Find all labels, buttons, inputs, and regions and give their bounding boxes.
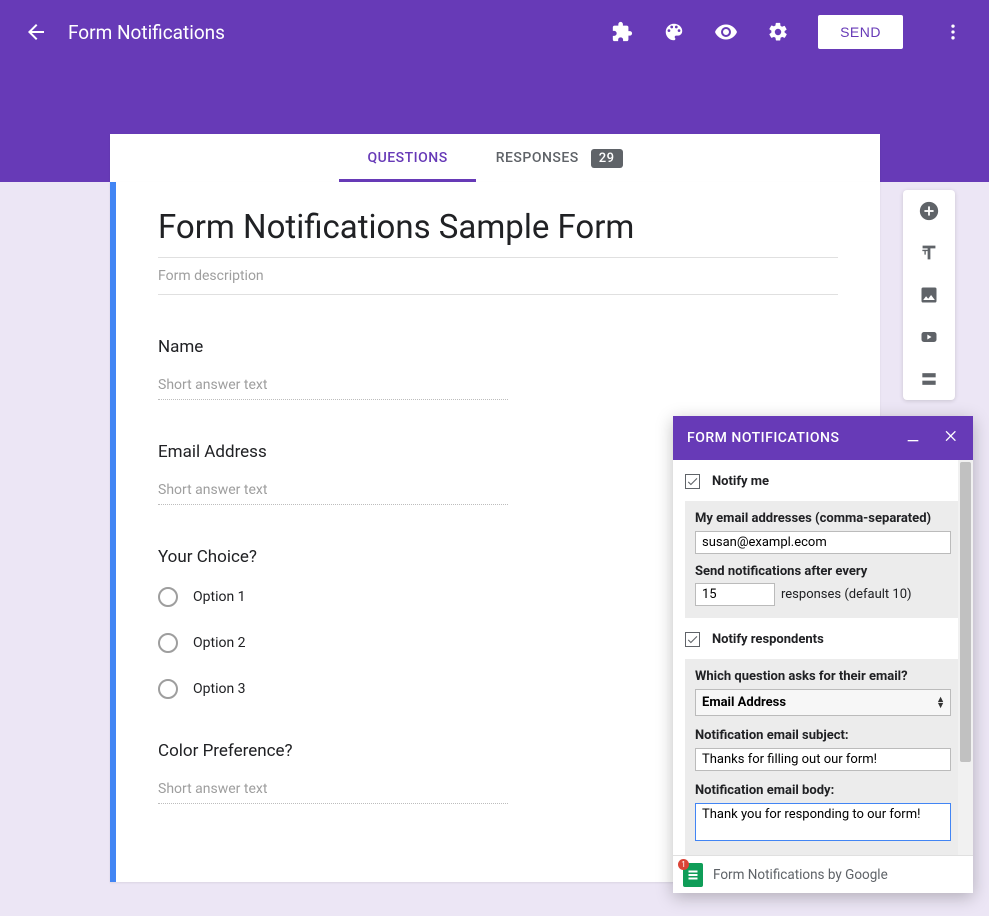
more-icon[interactable]: [941, 20, 965, 44]
radio-icon: [158, 679, 178, 699]
scrollbar-thumb[interactable]: [960, 462, 971, 762]
add-section-icon[interactable]: [918, 368, 940, 390]
addon-panel: FORM NOTIFICATIONS Notify me My email ad…: [673, 416, 973, 893]
settings-icon[interactable]: [766, 20, 790, 44]
scrollbar-track[interactable]: [958, 460, 973, 855]
addon-title: FORM NOTIFICATIONS: [687, 430, 839, 446]
form-description-input[interactable]: Form description: [158, 268, 838, 295]
radio-label: Option 3: [193, 681, 246, 697]
close-icon[interactable]: [943, 428, 959, 448]
radio-icon: [158, 587, 178, 607]
tab-label: RESPONSES: [496, 150, 579, 166]
addon-header: FORM NOTIFICATIONS: [673, 416, 973, 460]
which-question-label: Which question asks for their email?: [695, 669, 951, 684]
question-name: Name Short answer text: [158, 337, 838, 400]
notify-respondents-group: Which question asks for their email? Ema…: [685, 659, 961, 855]
add-video-icon[interactable]: [918, 326, 940, 348]
sheets-icon: 1: [683, 863, 703, 887]
email-addresses-input[interactable]: [695, 531, 951, 554]
app-header: Form Notifications SEND QUESTIONS R: [0, 0, 989, 182]
tab-questions[interactable]: QUESTIONS: [367, 134, 447, 182]
addons-icon[interactable]: [610, 20, 634, 44]
add-image-icon[interactable]: [918, 284, 940, 306]
notify-me-label: Notify me: [712, 474, 769, 489]
responses-count-badge: 29: [591, 149, 623, 168]
radio-label: Option 1: [193, 589, 246, 605]
checkbox-icon: [685, 632, 700, 647]
tabs-bar: QUESTIONS RESPONSES 29: [110, 134, 880, 182]
send-after-input[interactable]: [695, 583, 775, 606]
checkbox-icon: [685, 474, 700, 489]
notify-respondents-row[interactable]: Notify respondents: [685, 632, 961, 647]
body-label: Notification email body:: [695, 783, 951, 798]
addon-footer: 1 Form Notifications by Google: [673, 855, 973, 893]
short-answer-placeholder[interactable]: Short answer text: [158, 482, 508, 505]
preview-icon[interactable]: [714, 20, 738, 44]
theme-icon[interactable]: [662, 20, 686, 44]
minimize-icon[interactable]: [905, 428, 921, 448]
tab-label: QUESTIONS: [367, 150, 447, 166]
question-label: Name: [158, 337, 838, 357]
radio-icon: [158, 633, 178, 653]
subject-label: Notification email subject:: [695, 728, 951, 743]
which-question-select[interactable]: Email Address: [695, 689, 951, 716]
app-title[interactable]: Form Notifications: [68, 21, 225, 44]
add-title-icon[interactable]: [918, 242, 940, 264]
topbar: Form Notifications SEND: [0, 0, 989, 64]
notify-me-row[interactable]: Notify me: [685, 474, 961, 489]
back-arrow-icon[interactable]: [24, 20, 48, 44]
addon-scroll-area: Notify me My email addresses (comma-sepa…: [673, 460, 973, 855]
short-answer-placeholder[interactable]: Short answer text: [158, 377, 508, 400]
send-after-label: Send notifications after every: [695, 564, 867, 579]
add-question-icon[interactable]: [918, 200, 940, 222]
send-button[interactable]: SEND: [818, 15, 903, 49]
radio-label: Option 2: [193, 635, 246, 651]
email-addresses-label: My email addresses (comma-separated): [695, 511, 951, 526]
short-answer-placeholder[interactable]: Short answer text: [158, 781, 508, 804]
send-after-hint: responses (default 10): [781, 587, 912, 602]
form-title-input[interactable]: Form Notifications Sample Form: [158, 208, 838, 258]
notify-respondents-label: Notify respondents: [712, 632, 824, 647]
notification-badge: 1: [678, 859, 689, 870]
subject-input[interactable]: [695, 748, 951, 771]
notify-me-group: My email addresses (comma-separated) Sen…: [685, 501, 961, 618]
addon-footer-label: Form Notifications by Google: [713, 867, 888, 883]
tab-responses[interactable]: RESPONSES 29: [496, 134, 623, 182]
floating-toolbar: [903, 190, 955, 400]
body-textarea[interactable]: [695, 803, 951, 841]
